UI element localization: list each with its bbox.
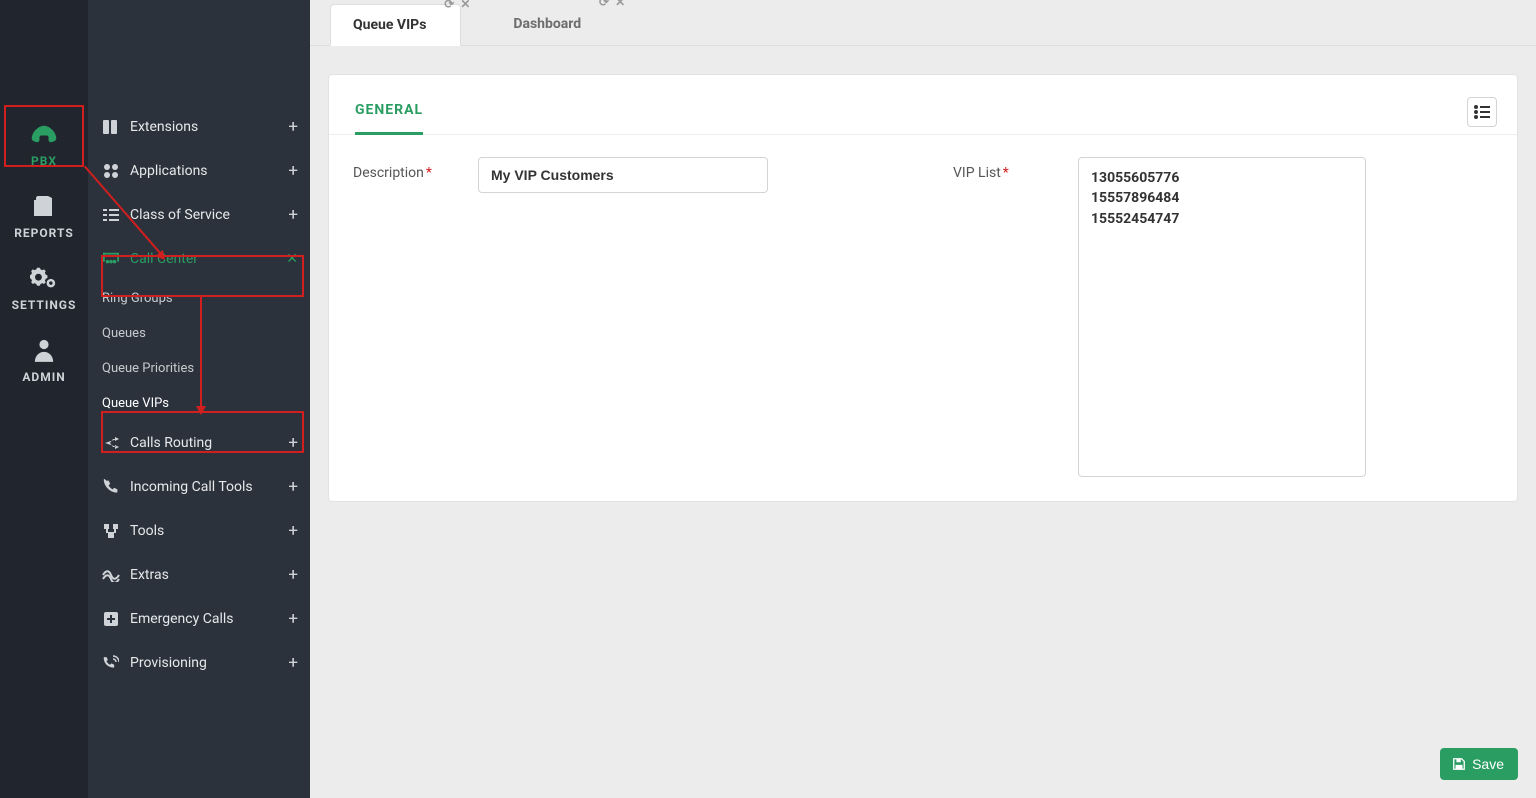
nav-item-extras[interactable]: Extras + xyxy=(88,553,310,597)
viplist-label: VIP List* xyxy=(953,157,1078,181)
nav-item-label: Tools xyxy=(130,523,164,539)
viplist-textarea[interactable] xyxy=(1078,157,1366,477)
plus-icon[interactable]: + xyxy=(288,161,298,181)
refresh-icon[interactable]: ⟳ xyxy=(444,0,454,11)
plus-icon[interactable]: + xyxy=(288,433,298,453)
nav-item-label: Emergency Calls xyxy=(130,611,233,627)
nav-item-emergency-calls[interactable]: Emergency Calls + xyxy=(88,597,310,641)
close-icon[interactable]: ✕ xyxy=(286,251,298,267)
close-icon[interactable]: ✕ xyxy=(615,0,625,9)
plus-icon[interactable]: + xyxy=(288,609,298,629)
extras-icon xyxy=(100,568,122,582)
sidebar-item-label: PBX xyxy=(6,154,82,168)
plus-icon[interactable]: + xyxy=(288,205,298,225)
nav-item-extensions[interactable]: Extensions + xyxy=(88,105,310,149)
main-sidebar: PBX REPORTS SETTINGS ADMIN xyxy=(0,0,88,798)
refresh-icon[interactable]: ⟳ xyxy=(599,0,609,9)
extensions-icon xyxy=(100,119,122,135)
tab-dashboard[interactable]: Dashboard ⟳ ✕ xyxy=(491,3,615,45)
save-button-label: Save xyxy=(1472,756,1504,772)
field-vip-list: VIP List* xyxy=(953,157,1366,477)
nav-item-label: Call Center xyxy=(130,251,198,267)
sidebar-item-admin[interactable]: ADMIN xyxy=(6,326,82,398)
field-description: Description* xyxy=(353,157,913,477)
nav-item-label: Incoming Call Tools xyxy=(130,479,253,495)
provisioning-icon xyxy=(100,655,122,671)
nav-panel: Extensions + Applications + Class of Ser… xyxy=(88,0,310,798)
nav-item-label: Extensions xyxy=(130,119,198,135)
cos-icon xyxy=(100,207,122,223)
nav-item-label: Extras xyxy=(130,567,169,583)
plus-icon[interactable]: + xyxy=(288,521,298,541)
panel-tab-general[interactable]: GENERAL xyxy=(355,89,423,135)
close-icon[interactable]: ✕ xyxy=(460,0,470,11)
sidebar-item-pbx[interactable]: PBX xyxy=(6,110,82,182)
phone-icon xyxy=(6,120,82,148)
callcenter-icon xyxy=(100,252,122,266)
form-row: Description* VIP List* xyxy=(353,157,1493,477)
tools-icon xyxy=(100,523,122,539)
nav-item-label: Provisioning xyxy=(130,655,207,671)
save-icon xyxy=(1452,757,1466,771)
sidebar-item-settings[interactable]: SETTINGS xyxy=(6,254,82,326)
reports-icon xyxy=(6,192,82,220)
nav-item-incoming-call-tools[interactable]: Incoming Call Tools + xyxy=(88,465,310,509)
plus-icon[interactable]: + xyxy=(288,477,298,497)
content-area: Queue VIPs ⟳ ✕ Dashboard ⟳ ✕ GENERAL Des… xyxy=(310,0,1536,798)
save-button[interactable]: Save xyxy=(1440,748,1518,780)
sub-item-ring-groups[interactable]: Ring Groups xyxy=(88,281,310,316)
nav-item-tools[interactable]: Tools + xyxy=(88,509,310,553)
nav-item-label: Calls Routing xyxy=(130,435,212,451)
nav-item-label: Class of Service xyxy=(130,207,230,223)
list-icon xyxy=(1474,105,1490,119)
description-input[interactable] xyxy=(478,157,768,193)
sidebar-item-label: REPORTS xyxy=(6,226,82,240)
emergency-icon xyxy=(100,612,122,626)
panel-header: GENERAL xyxy=(329,89,1517,135)
sidebar-item-label: SETTINGS xyxy=(6,298,82,312)
tab-label: Queue VIPs xyxy=(353,17,426,33)
sub-item-queue-vips[interactable]: Queue VIPs xyxy=(88,386,310,421)
sidebar-item-label: ADMIN xyxy=(6,370,82,384)
tab-queue-vips[interactable]: Queue VIPs ⟳ ✕ xyxy=(330,4,461,46)
plus-icon[interactable]: + xyxy=(288,653,298,673)
tab-bar: Queue VIPs ⟳ ✕ Dashboard ⟳ ✕ xyxy=(310,0,1536,46)
gears-icon xyxy=(6,264,82,292)
applications-icon xyxy=(100,163,122,179)
nav-item-applications[interactable]: Applications + xyxy=(88,149,310,193)
incoming-icon xyxy=(100,479,122,495)
tab-label: Dashboard xyxy=(513,16,581,32)
nav-item-calls-routing[interactable]: Calls Routing + xyxy=(88,421,310,465)
nav-item-call-center[interactable]: Call Center ✕ xyxy=(88,237,310,281)
nav-item-provisioning[interactable]: Provisioning + xyxy=(88,641,310,685)
description-label: Description* xyxy=(353,157,478,181)
plus-icon[interactable]: + xyxy=(288,117,298,137)
list-button[interactable] xyxy=(1467,97,1497,127)
admin-icon xyxy=(6,336,82,364)
nav-item-label: Applications xyxy=(130,163,208,179)
panel: GENERAL Description* VIP List* xyxy=(328,74,1518,502)
sidebar-item-reports[interactable]: REPORTS xyxy=(6,182,82,254)
routing-icon xyxy=(100,435,122,451)
sub-item-queues[interactable]: Queues xyxy=(88,316,310,351)
nav-item-class-of-service[interactable]: Class of Service + xyxy=(88,193,310,237)
sub-item-queue-priorities[interactable]: Queue Priorities xyxy=(88,351,310,386)
plus-icon[interactable]: + xyxy=(288,565,298,585)
